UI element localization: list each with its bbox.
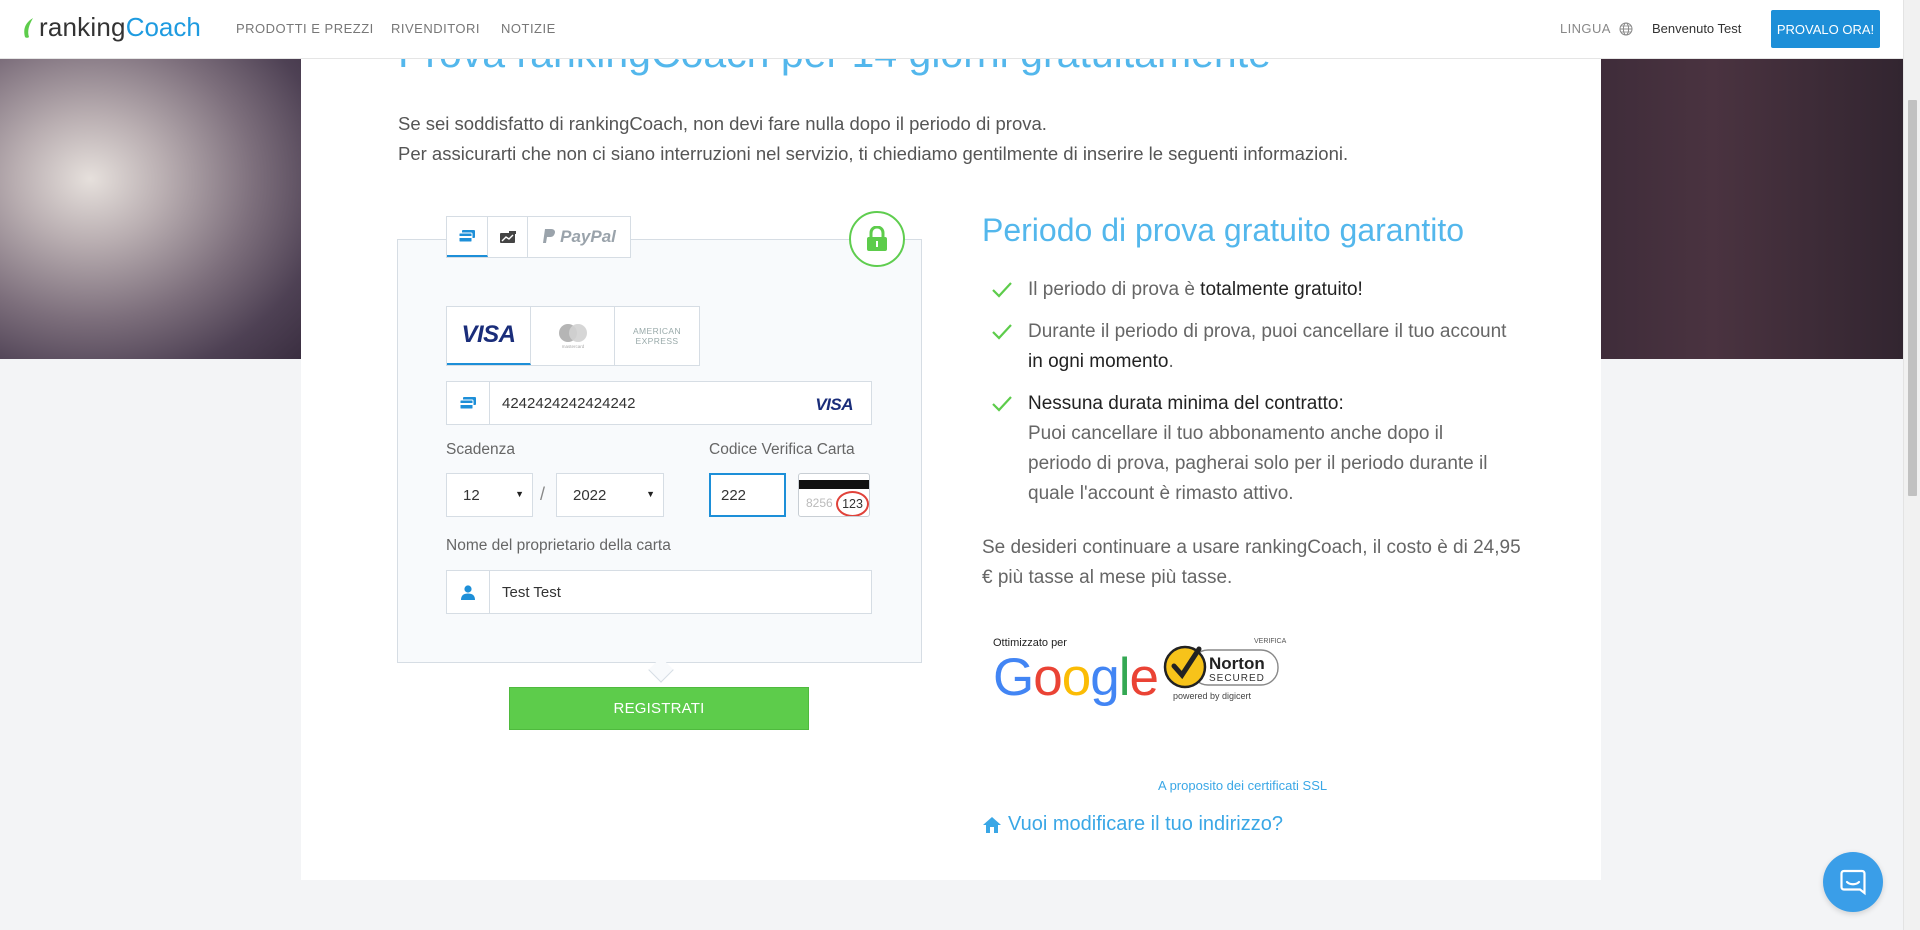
cvv-hint-card: 8256 123 — [798, 473, 870, 517]
card-holder-field[interactable]: Test Test — [446, 570, 872, 614]
benefit-2-end: . — [1168, 351, 1174, 372]
paypal-label: PayPal — [560, 227, 616, 246]
expiry-label: Scadenza — [446, 441, 515, 458]
expiry-month-value: 12 — [463, 486, 480, 504]
benefit-3-text: Puoi cancellare il tuo abbonamento anche… — [1028, 423, 1488, 504]
norton-secured-text: SECURED — [1209, 673, 1265, 684]
intro-line-1: Se sei soddisfatto di rankingCoach, non … — [398, 113, 1047, 134]
expiry-year-select[interactable]: 2022 ▼ — [556, 473, 664, 517]
check-icon — [992, 282, 1012, 298]
chat-icon — [1840, 869, 1866, 896]
card-number-icon-box — [447, 382, 490, 424]
cvv-input[interactable]: 222 — [709, 473, 786, 517]
logo-text-coach: Coach — [125, 12, 201, 42]
change-address-text: Vuoi modificare il tuo indirizzo? — [1008, 813, 1283, 835]
intro-text: Se sei soddisfatto di rankingCoach, non … — [398, 109, 1348, 169]
payment-method-tabs: PayPal — [446, 216, 631, 258]
trial-guarantee-title: Periodo di prova gratuito garantito — [982, 212, 1465, 248]
credit-card-icon — [459, 230, 475, 242]
norton-verify-label: VERIFICA — [1254, 638, 1287, 645]
top-navigation: ranking Coach PRODOTTI E PREZZI RIVENDITO… — [0, 0, 1903, 59]
expiry-year-value: 2022 — [573, 486, 607, 504]
tab-credit-card[interactable] — [447, 217, 488, 257]
benefit-2-strong: in ogni momento — [1028, 351, 1169, 372]
register-button[interactable]: REGISTRATI — [509, 687, 809, 730]
nav-item-resellers[interactable]: RIVENDITORI — [391, 21, 480, 36]
check-icon — [992, 396, 1012, 412]
welcome-user-menu[interactable]: Benvenuto Test — [1652, 21, 1741, 36]
user-icon — [461, 584, 475, 600]
credit-card-icon — [460, 397, 476, 409]
card-holder-value: Test Test — [502, 583, 561, 601]
benefit-item-free: Il periodo di prova è totalmente gratuit… — [991, 275, 1511, 305]
card-number-value: 4242424242424242 — [502, 394, 636, 412]
bank-card-icon — [499, 231, 516, 243]
norton-secured-seal[interactable]: VERIFICA Norton SECURED powered by digic… — [1161, 637, 1291, 717]
pricing-note: Se desideri continuare a usare rankingCo… — [982, 537, 1521, 588]
amex-logo: AMERICAN EXPRESS — [632, 326, 682, 346]
lock-icon — [867, 226, 887, 251]
expiry-month-select[interactable]: 12 ▼ — [446, 473, 533, 517]
secure-lock-badge — [849, 211, 905, 267]
try-now-button[interactable]: PROVALO ORA! — [1771, 10, 1880, 48]
brand-amex[interactable]: AMERICAN EXPRESS — [615, 307, 699, 365]
logo-text-ranking: ranking — [39, 12, 126, 42]
trial-benefits-list: Il periodo di prova è totalmente gratuit… — [991, 275, 1511, 521]
nav-item-products[interactable]: PRODOTTI E PREZZI — [236, 21, 374, 36]
magnetic-stripe — [799, 480, 869, 489]
tab-paypal[interactable]: PayPal — [528, 217, 630, 257]
visa-logo: VISA — [461, 321, 516, 348]
norton-name: Norton — [1209, 654, 1265, 673]
chevron-down-icon: ▼ — [515, 489, 524, 499]
brand-mastercard[interactable]: mastercard — [531, 307, 615, 365]
cvv-value: 222 — [721, 486, 747, 504]
page-scrollbar[interactable] — [1903, 0, 1920, 930]
chevron-down-icon: ▼ — [646, 489, 655, 499]
intro-line-2: Per assicurarti che non ci siano interru… — [398, 143, 1349, 164]
card-number-brand-text: VISA — [815, 395, 853, 414]
chat-launcher-button[interactable] — [1823, 852, 1883, 912]
scrollbar-thumb[interactable] — [1908, 100, 1917, 496]
benefit-item-no-minimum: Nessuna durata minima del contratto: Puo… — [991, 389, 1511, 509]
main-card: Prova rankingCoach per 14 giorni gratuit… — [301, 30, 1601, 880]
norton-powered-text: powered by digicert — [1173, 691, 1252, 701]
brand-visa[interactable]: VISA — [447, 307, 531, 365]
cvv-hint-code: 123 — [836, 491, 869, 516]
home-icon — [983, 816, 1001, 833]
language-selector[interactable]: LINGUA — [1560, 21, 1633, 36]
cvv-hint-number: 8256 — [806, 496, 833, 510]
logo[interactable]: ranking Coach — [22, 12, 201, 43]
mastercard-logo: mastercard — [558, 324, 587, 349]
google-logo: Google — [993, 648, 1159, 707]
tab-bank-debit[interactable] — [488, 217, 528, 257]
card-holder-icon-box — [447, 571, 490, 613]
card-number-brand-logo: VISA — [815, 389, 871, 417]
change-address-link[interactable]: Vuoi modificare il tuo indirizzo? — [982, 813, 1283, 836]
card-holder-label: Nome del proprietario della carta — [446, 537, 671, 554]
leaf-icon — [24, 17, 33, 38]
benefit-1-strong: totalmente gratuito! — [1200, 279, 1363, 300]
card-number-field[interactable]: 4242424242424242 VISA — [446, 381, 872, 425]
benefit-2-text: Durante il periodo di prova, puoi cancel… — [1028, 321, 1507, 342]
globe-icon — [1619, 22, 1633, 35]
google-optimized-badge: Ottimizzato per Google — [993, 637, 1159, 707]
cvv-label: Codice Verifica Carta — [709, 441, 855, 458]
benefit-1-text: Il periodo di prova è — [1028, 279, 1201, 300]
benefit-3-strong: Nessuna durata minima del contratto: — [1028, 393, 1344, 414]
language-label: LINGUA — [1560, 21, 1611, 36]
card-brand-selector: VISA mastercard AMERICAN EXPRESS — [446, 306, 700, 366]
hero-image-left — [0, 59, 301, 359]
check-icon — [992, 324, 1012, 340]
mastercard-wordmark: mastercard — [561, 344, 584, 349]
nav-item-news[interactable]: NOTIZIE — [501, 21, 556, 36]
expiry-separator: / — [540, 484, 546, 504]
benefit-item-cancel: Durante il periodo di prova, puoi cancel… — [991, 317, 1511, 377]
ssl-certificates-link[interactable]: A proposito dei certificati SSL — [1158, 778, 1327, 793]
paypal-icon — [543, 229, 556, 243]
